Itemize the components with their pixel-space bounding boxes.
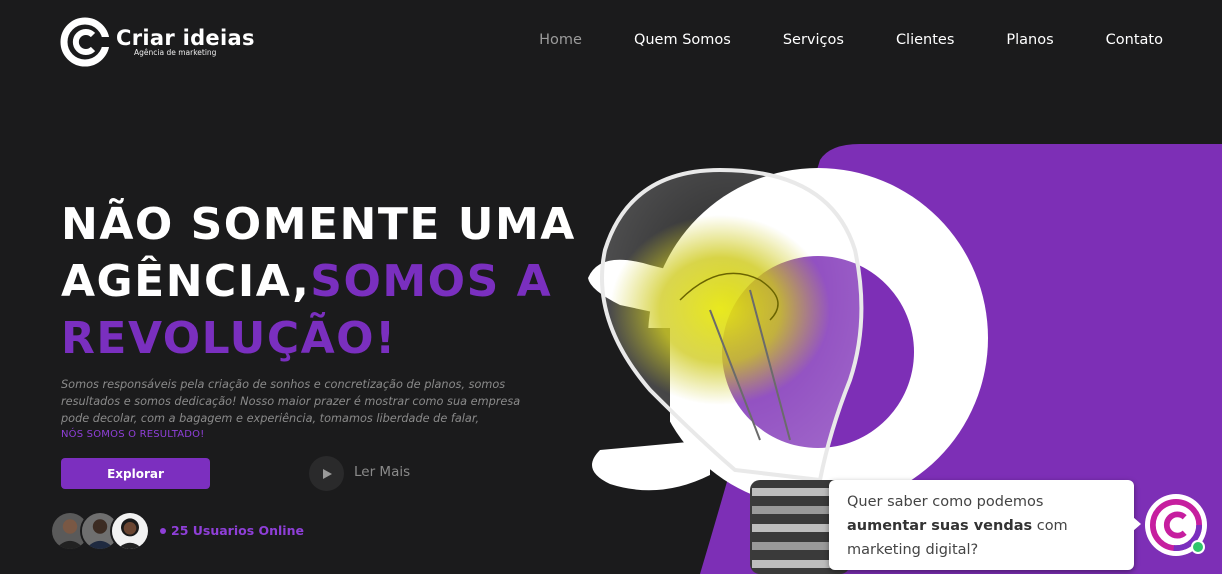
avatar-icon	[112, 513, 148, 549]
result-tagline: NÓS SOMOS O RESULTADO!	[61, 429, 205, 440]
brand-tagline: Agência de marketing	[134, 48, 217, 57]
headline-white-part: AGÊNCIA,	[61, 256, 311, 307]
chat-text-before: Quer saber como podemos	[847, 494, 1044, 510]
nav-planos[interactable]: Planos	[1006, 32, 1053, 48]
nav-quem-somos[interactable]: Quem Somos	[634, 32, 731, 48]
online-status-indicator	[1191, 540, 1205, 554]
hero-headline: NÃO SOMENTE UMA AGÊNCIA,SOMOS A REVOLUÇÃ…	[61, 196, 576, 367]
brand-logo[interactable]: Criar ideias Agência de marketing	[60, 17, 255, 67]
online-users-avatars	[50, 511, 150, 551]
chat-text-bold: aumentar suas vendas	[847, 518, 1033, 534]
avatar	[110, 511, 150, 551]
online-text: 25 Usuarios Online	[171, 523, 304, 538]
headline-purple-part: SOMOS A	[310, 256, 553, 307]
logo-icon	[60, 17, 110, 67]
online-counter: 25 Usuarios Online	[160, 523, 304, 538]
play-button[interactable]	[309, 456, 344, 491]
read-more-link[interactable]: Ler Mais	[354, 464, 410, 480]
nav-contato[interactable]: Contato	[1106, 32, 1163, 48]
chat-tail	[1133, 517, 1141, 531]
online-dot	[160, 527, 166, 534]
hero-description: Somos responsáveis pela criação de sonho…	[61, 378, 521, 425]
headline-line-3: REVOLUÇÃO!	[61, 313, 397, 364]
nav-home[interactable]: Home	[539, 32, 582, 48]
explore-button[interactable]: Explorar	[61, 458, 210, 489]
play-icon	[322, 468, 332, 479]
headline-line-1: NÃO SOMENTE UMA	[61, 199, 576, 250]
main-nav: Home Quem Somos Serviços Clientes Planos…	[487, 32, 1163, 48]
nav-servicos[interactable]: Serviços	[783, 32, 844, 48]
nav-clientes[interactable]: Clientes	[896, 32, 954, 48]
chat-popup[interactable]: Quer saber como podemos aumentar suas ve…	[829, 480, 1134, 570]
headline-line-2: AGÊNCIA,SOMOS A	[61, 253, 576, 310]
brand-name: Criar ideias	[116, 26, 255, 50]
